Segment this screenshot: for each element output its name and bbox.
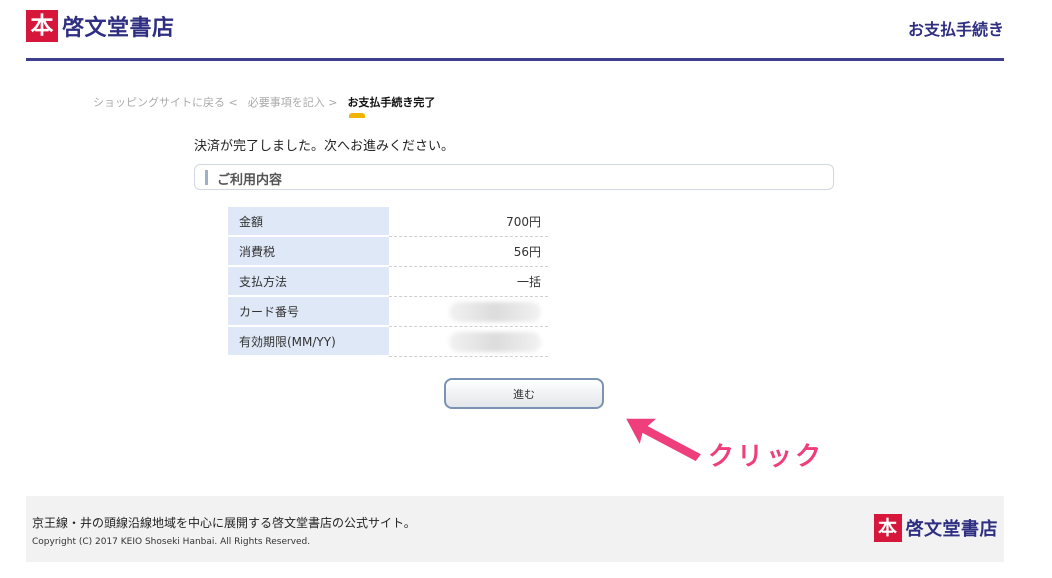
table-row: 消費税 56円 bbox=[228, 237, 548, 267]
section-title: ご利用内容 bbox=[217, 173, 283, 188]
site-footer: 京王線・井の頭線沿線地域を中心に展開する啓文堂書店の公式サイト。 Copyrig… bbox=[26, 496, 1004, 562]
section-accent-bar bbox=[205, 170, 208, 185]
header-divider bbox=[26, 58, 1004, 61]
breadcrumb-current: お支払手続き完了 bbox=[347, 94, 436, 118]
row-label-amount: 金額 bbox=[228, 207, 389, 237]
breadcrumb-current-label: お支払手続き完了 bbox=[347, 96, 436, 109]
row-label-expiry: 有効期限(MM/YY) bbox=[228, 327, 389, 357]
usage-details-table: 金額 700円 消費税 56円 支払方法 一括 カード番号 有効期限(MM/YY… bbox=[228, 207, 548, 357]
row-value-expiry bbox=[389, 327, 548, 357]
breadcrumb-fill-details[interactable]: 必要事項を記入 > bbox=[248, 94, 338, 110]
row-label-card-number: カード番号 bbox=[228, 297, 389, 327]
logo-mark: 本 bbox=[26, 10, 58, 42]
section-header: ご利用内容 bbox=[194, 164, 834, 190]
row-value-card-number bbox=[389, 297, 548, 327]
row-value-payment-method: 一括 bbox=[389, 267, 548, 297]
click-annotation-label: クリック bbox=[708, 442, 825, 472]
row-value-amount: 700円 bbox=[389, 207, 548, 237]
completion-message: 決済が完了しました。次へお進みください。 bbox=[194, 139, 455, 154]
footer-description: 京王線・井の頭線沿線地域を中心に展開する啓文堂書店の公式サイト。 bbox=[32, 516, 416, 530]
logo-text: 啓文堂書店 bbox=[62, 16, 175, 41]
proceed-button[interactable]: 進む bbox=[444, 378, 604, 409]
footer-copyright: Copyright (C) 2017 KEIO Shoseki Hanbai. … bbox=[32, 537, 311, 547]
footer-logo-mark: 本 bbox=[873, 514, 902, 542]
current-step-indicator bbox=[349, 113, 366, 118]
table-row: 金額 700円 bbox=[228, 207, 548, 237]
page-title: お支払手続き bbox=[907, 20, 1004, 39]
table-row: 有効期限(MM/YY) bbox=[228, 327, 548, 357]
blurred-card-number bbox=[449, 301, 541, 322]
blurred-expiry bbox=[449, 331, 541, 352]
breadcrumb: ショッピングサイトに戻る < 必要事項を記入 > お支払手続き完了 bbox=[93, 94, 436, 118]
row-label-payment-method: 支払方法 bbox=[228, 267, 389, 297]
table-row: 支払方法 一括 bbox=[228, 267, 548, 297]
footer-logo[interactable]: 本 啓文堂書店 bbox=[873, 514, 999, 542]
table-row: カード番号 bbox=[228, 297, 548, 327]
site-logo[interactable]: 本 啓文堂書店 bbox=[26, 10, 175, 42]
footer-logo-text: 啓文堂書店 bbox=[905, 519, 998, 540]
site-header: 本 啓文堂書店 お支払手続き bbox=[0, 0, 1052, 61]
row-label-tax: 消費税 bbox=[228, 237, 389, 267]
breadcrumb-back-to-shop[interactable]: ショッピングサイトに戻る < bbox=[93, 94, 238, 110]
row-value-tax: 56円 bbox=[389, 237, 548, 267]
